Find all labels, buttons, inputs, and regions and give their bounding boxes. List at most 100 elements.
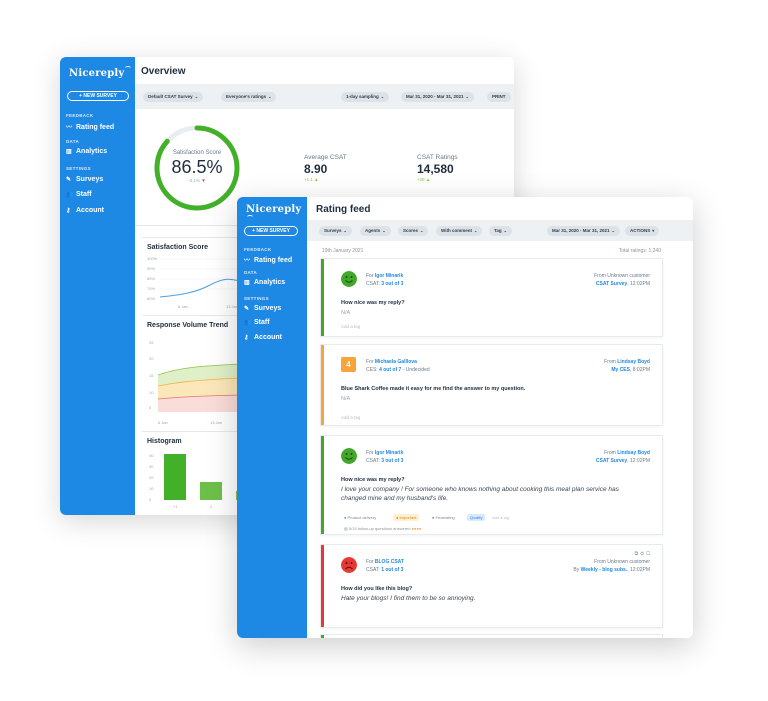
new-survey-button[interactable]: + NEW SURVEY [67, 91, 129, 101]
sidebar-item-account[interactable]: ⚷ Account [244, 334, 282, 341]
customer-name: Unknown customer [607, 559, 650, 565]
satisfaction-series-line [160, 278, 240, 298]
new-survey-button[interactable]: + NEW SURVEY [244, 226, 298, 236]
sidebar-item-staff[interactable]: 👥 Staff [244, 319, 270, 326]
rating-card[interactable]: ⧉⚙▢ For BLOG CSAT CSAT: 1 out of 3 From … [320, 544, 663, 628]
kpi-label-csat-ratings: CSAT Ratings [417, 154, 458, 161]
rating-card[interactable]: For Igor Minarik CSAT: 3 out of 3 From L… [320, 435, 663, 535]
triangle-up-icon: ▲ [314, 177, 319, 182]
tag-chip[interactable]: ● Important [393, 514, 420, 521]
topbar: Overview [135, 57, 514, 85]
customer-link[interactable]: Lindsay Boyd [617, 359, 650, 365]
followup-status: ▤ 5/15 follow-up questions answered ●●●● [341, 525, 424, 532]
survey-link[interactable]: CSAT Survey [596, 458, 627, 464]
print-button[interactable]: PRINT [487, 92, 511, 102]
rating-survey: CSAT Survey, 12:02PM [595, 458, 650, 464]
sidebar-item-staff[interactable]: 👥 Staff [66, 191, 92, 198]
key-icon: ⚷ [66, 208, 71, 214]
rating-score: CSAT: 3 out of 3 [366, 281, 403, 287]
rating-score: CSAT: 3 out of 3 [366, 458, 403, 464]
actions-button[interactable]: ACTIONS ▾ [625, 226, 660, 236]
date-range-filter[interactable]: Mar 31, 2020 - Mar 31, 2021 ⌄ [547, 226, 620, 236]
chevron-down-icon: ⌄ [380, 94, 385, 99]
sidebar-item-label: Surveys [76, 176, 104, 183]
rating-color-bar [321, 259, 324, 336]
divider [142, 237, 242, 238]
rating-customer: From Lindsay Boyd [604, 359, 650, 365]
ratings-filter[interactable]: Everyone's ratings ⌄ [221, 92, 277, 102]
with-comment-filter[interactable]: With comment ⌄ [436, 226, 483, 236]
add-tag-link[interactable]: Add a tag [341, 324, 360, 329]
axis-tick: 6 Jan [178, 304, 188, 309]
rating-customer: From Unknown customer [594, 559, 650, 565]
agent-link[interactable]: Igor Minarik [375, 273, 403, 279]
surveys-filter[interactable]: Surveys ⌄ [319, 226, 352, 236]
tag-chip[interactable]: Quality [467, 514, 486, 521]
chevron-down-icon: ⌄ [611, 228, 615, 233]
logo[interactable]: Nicereply [246, 204, 307, 228]
logo[interactable]: Nicereply [69, 66, 132, 79]
sidebar-item-account[interactable]: ⚷ Account [66, 207, 104, 214]
kpi-delta-text: +1.1 [304, 177, 313, 182]
agents-filter[interactable]: Agents ⌄ [360, 226, 391, 236]
histogram-title: Histogram [147, 438, 182, 445]
sidebar-item-rating-feed[interactable]: 〰 Rating feed [244, 255, 292, 264]
score-value: 3 out of 3 [381, 458, 404, 464]
survey-filter[interactable]: Default CSAT Survey ⌄ [143, 92, 204, 102]
survey-filter-label: Default CSAT Survey [148, 94, 193, 99]
sidebar-item-rating-feed[interactable]: 〰 Rating feed [66, 122, 114, 131]
rating-customer: From Lindsay Boyd [604, 450, 650, 456]
sidebar-item-analytics[interactable]: ▥ Analytics [66, 148, 107, 155]
agent-link[interactable]: BLOG CSAT [375, 559, 404, 565]
tag-filter[interactable]: Tag ⌄ [489, 226, 513, 236]
add-tag-link[interactable]: Add a tag [489, 514, 512, 521]
axis-tick: 20 [149, 475, 154, 480]
answer: N/A [341, 310, 351, 316]
tag-filter-label: Tag [494, 228, 502, 233]
rating-time: 12:02PM [629, 567, 650, 573]
survey-link[interactable]: My CES [611, 367, 630, 373]
divider [142, 315, 242, 316]
comment-icon[interactable]: ▢ [646, 551, 652, 557]
rating-time: 8:02PM [632, 367, 650, 373]
survey-link[interactable]: Weekly - blog subs. [581, 567, 628, 573]
chart-icon: ▥ [244, 280, 250, 286]
for-prefix: For [366, 359, 374, 365]
date-range-label: Mar 31, 2020 - Mar 31, 2021 [552, 228, 610, 233]
axis-tick: 60% [147, 296, 156, 301]
sampling-filter[interactable]: 1-day sampling ⌄ [341, 92, 390, 102]
happy-face-icon [341, 271, 357, 287]
scores-filter[interactable]: Scores ⌄ [398, 226, 429, 236]
happy-face-icon [341, 448, 357, 464]
card-actions[interactable]: ⧉⚙▢ [635, 551, 652, 557]
date-range-filter[interactable]: Mar 31, 2020 - Mar 31, 2021 ⌄ [401, 92, 474, 102]
sidebar-item-label: Analytics [254, 279, 286, 286]
customer-link[interactable]: Lindsay Boyd [617, 450, 650, 456]
tag-chip[interactable]: ● Frustrating [429, 514, 458, 521]
filter-bar: Default CSAT Survey ⌄ Everyone's ratings ⌄… [135, 85, 514, 109]
from-prefix: From [604, 359, 616, 365]
axis-tick: 90% [147, 266, 156, 271]
sidebar-item-surveys[interactable]: ✎ Surveys [244, 305, 281, 312]
score-prefix: CSAT: [366, 458, 380, 464]
rating-card[interactable]: For Igor Minarik CSAT: 3 out of 3 From U… [320, 258, 663, 337]
sidebar-item-surveys[interactable]: ✎ Surveys [66, 176, 103, 183]
tag-chip[interactable]: ● Product delivery [341, 514, 379, 521]
rating-card[interactable]: 4 For Michaela Galllova CES: 4 out of 7 … [320, 344, 663, 426]
list-icon: ▤ [344, 526, 348, 531]
sad-face-icon [341, 557, 357, 573]
sidebar-item-label: Account [254, 334, 282, 341]
rating-card[interactable] [320, 634, 663, 638]
survey-link[interactable]: CSAT Survey [596, 281, 627, 287]
rating-customer: From Unknown customer [594, 273, 650, 279]
agent-link[interactable]: Igor Minarik [375, 450, 403, 456]
rating-time: 12:02PM [629, 281, 650, 287]
total-ratings: Total ratings: 1,240 [618, 248, 661, 254]
axis-tick: 70% [147, 286, 156, 291]
rating-color-bar [321, 436, 324, 534]
add-tag-link[interactable]: Add a tag [341, 415, 360, 420]
sidebar-item-analytics[interactable]: ▥ Analytics [244, 279, 285, 286]
section-label-feedback: FEEDBACK [66, 113, 94, 118]
rating-agent: For Michaela Galllova [366, 359, 417, 365]
agent-link[interactable]: Michaela Galllova [375, 359, 417, 365]
